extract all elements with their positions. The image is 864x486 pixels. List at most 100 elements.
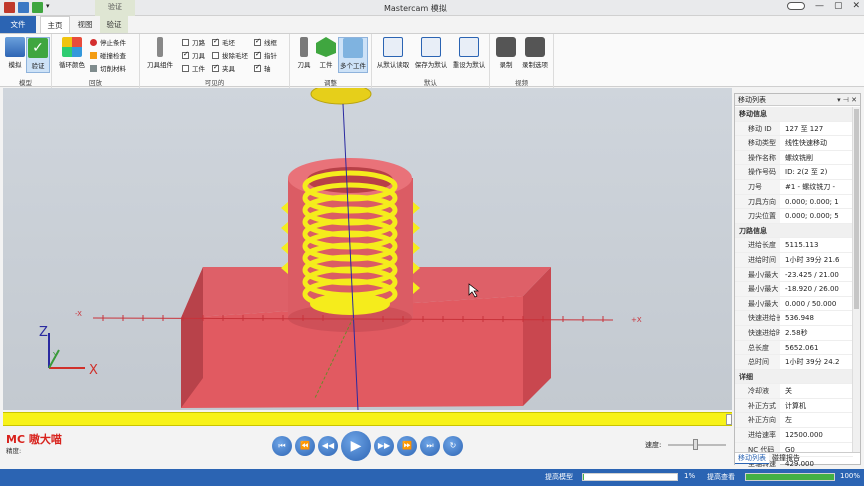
panel-row[interactable]: 快速进给长度 536.948 [735, 311, 853, 326]
save-default-button[interactable]: 保存为默认 [414, 37, 448, 69]
fast-forward-button[interactable]: ▶▶ [374, 436, 394, 456]
panel-scrollbar-thumb[interactable] [854, 109, 859, 309]
panel-row[interactable]: 快速进给时间 2.58秒 [735, 325, 853, 341]
panel-section-header[interactable]: 移动信息 [735, 107, 853, 122]
panel-row[interactable]: 移动类型 线性快速移动 [735, 136, 853, 151]
checkbox-stock[interactable] [212, 37, 219, 46]
panel-row[interactable]: 最小/最大 X -23.425 / 21.00 [735, 267, 853, 283]
collision-check-label: 碰撞检查 [100, 52, 126, 60]
stack-icon[interactable] [18, 2, 29, 13]
tab-view[interactable]: 视图 [72, 16, 98, 33]
cut-material-button[interactable]: 切削材料 [90, 63, 126, 73]
panel-row[interactable]: 进给长度 5115.113 [735, 238, 853, 253]
y-axis-label: Y [52, 351, 58, 360]
panel-row[interactable]: 刀具方向 0.000; 0.000; 1 [735, 194, 853, 210]
panel-scrollbar[interactable] [852, 107, 860, 452]
verify-button[interactable]: ✓ 验证 [26, 37, 50, 73]
panel-row[interactable]: 总时间 1小时 39分 24.2 [735, 355, 853, 370]
speed-slider-thumb[interactable] [693, 439, 698, 450]
toggle-icon[interactable] [786, 2, 805, 10]
load-default-button[interactable]: 从默认读取 [376, 37, 410, 69]
tool-component-button[interactable]: 刀具组件 [144, 37, 176, 69]
panel-row[interactable]: 移动 ID 127 至 127 [735, 121, 853, 137]
jump-start-button[interactable]: ⏮ [272, 436, 292, 456]
minimize-button[interactable]: — [815, 1, 824, 11]
panel-section-header[interactable]: 刀路信息 [735, 223, 853, 239]
row-key: 进给长度 [735, 238, 780, 252]
multi-workpiece-button[interactable]: 多个工件 [338, 37, 368, 73]
row-key: 总时间 [735, 355, 780, 369]
check-tool[interactable]: 刀具 [182, 50, 205, 60]
check-wireframe[interactable]: 线框 [254, 37, 277, 47]
check-pointer[interactable]: 指针 [254, 50, 277, 60]
timeline-slider-knob[interactable] [726, 414, 732, 425]
adjust-tool-button[interactable]: 刀具 [292, 37, 316, 69]
checkbox-pointer[interactable] [254, 50, 261, 59]
panel-row[interactable]: 最小/最大 Y -18.920 / 26.00 [735, 282, 853, 297]
rewind-button[interactable]: ◀◀ [318, 436, 338, 456]
stop-conditions-button[interactable]: 停止条件 [90, 37, 126, 47]
check-workpiece[interactable]: 工件 [182, 63, 205, 73]
panel-row[interactable]: 操作名称 螺纹铣削 [735, 150, 853, 166]
checkbox-remove-stock[interactable] [212, 51, 219, 59]
jump-end-button[interactable]: ⏭ [420, 436, 440, 456]
check-stock[interactable]: 毛坯 [212, 37, 235, 47]
check-remove-stock[interactable]: 拔除毛坯 [212, 50, 248, 60]
ribbon: 模拟 ✓ 验证 模型 循环颜色 停止条件 碰撞检查 切削材料 回放 刀具组件 刀… [0, 33, 864, 88]
play-button[interactable]: ▶ [341, 431, 371, 461]
tool-holder [310, 88, 372, 105]
pin-icon[interactable]: ▾ ⊣ ✕ [837, 94, 857, 106]
tab-home[interactable]: 主页 [40, 16, 70, 33]
collision-check-button[interactable]: 碰撞检查 [90, 50, 126, 60]
checkbox-tool[interactable] [182, 50, 189, 59]
section-label: 详细 [739, 372, 753, 381]
simulate-button[interactable]: 模拟 [3, 37, 27, 69]
tab-collision-report[interactable]: 碰撞报告 [769, 453, 803, 464]
group-label-playback: 回放 [89, 79, 102, 87]
check-axis[interactable]: 轴 [254, 63, 271, 73]
panel-row[interactable]: 进给时间 1小时 39分 21.6 [735, 252, 853, 268]
tool-component-label: 刀具组件 [147, 61, 173, 69]
panel-section-header[interactable]: 详细 [735, 369, 853, 385]
group-defaults: 从默认读取 保存为默认 重设为默认 默认 [372, 34, 490, 88]
panel-row[interactable]: 补正方式 计算机 [735, 398, 853, 414]
group-label-visible: 可见的 [204, 79, 225, 87]
tool-component-icon [157, 37, 163, 57]
tab-verify[interactable]: 验证 [100, 16, 128, 33]
tab-file[interactable]: 文件 [0, 16, 36, 33]
timeline-slider[interactable] [3, 412, 732, 426]
panel-row[interactable]: 冷却液关 [735, 384, 853, 399]
check-toolpath[interactable]: 刀路 [182, 37, 205, 47]
loop-button[interactable]: ↻ [443, 436, 463, 456]
reset-default-button[interactable]: 重设为默认 [452, 37, 486, 69]
build-model-progress [582, 473, 678, 481]
adjust-workpiece-button[interactable]: 工件 [314, 37, 338, 69]
panel-row[interactable]: 总长度 5652.061 [735, 340, 853, 356]
close-button[interactable]: ✕ [852, 1, 860, 11]
checkbox-workpiece[interactable] [182, 64, 189, 72]
save-default-label: 保存为默认 [414, 61, 448, 69]
panel-row[interactable]: 最小/最大 Z 0.000 / 50.000 [735, 296, 853, 312]
panel-row[interactable]: 操作号码 ID: 2(2 至 2) [735, 165, 853, 180]
verify-check-icon[interactable] [32, 2, 43, 13]
check-fixture[interactable]: 夹具 [212, 63, 235, 73]
panel-row[interactable]: 刀尖位置 0.000; 0.000; 5 [735, 209, 853, 224]
record-options-button[interactable]: 录制选项 [520, 37, 550, 69]
app-icon[interactable] [4, 2, 15, 13]
checkbox-axis[interactable] [254, 63, 261, 72]
checkbox-fixture[interactable] [212, 63, 219, 72]
cycle-color-button[interactable]: 循环颜色 [56, 37, 88, 69]
step-back-button[interactable]: ⏪ [295, 436, 315, 456]
record-button[interactable]: 录制 [494, 37, 518, 69]
panel-row[interactable]: 补正方向左 [735, 413, 853, 429]
qat-dropdown-icon[interactable]: ▾ [46, 2, 57, 13]
panel-row[interactable]: 刀号 #1 - 螺纹铣刀 - [735, 179, 853, 195]
step-forward-button[interactable]: ⏩ [397, 436, 417, 456]
maximize-button[interactable]: ▢ [834, 1, 843, 11]
panel-row[interactable]: 进给速率 12500.000 [735, 428, 853, 443]
checkbox-wireframe[interactable] [254, 37, 261, 46]
tab-move-list[interactable]: 移动列表 [735, 453, 769, 464]
simulation-viewport[interactable]: -X +X Z X Y [3, 88, 732, 410]
checkbox-toolpath[interactable] [182, 38, 189, 46]
row-value: 5115.113 [785, 241, 819, 250]
